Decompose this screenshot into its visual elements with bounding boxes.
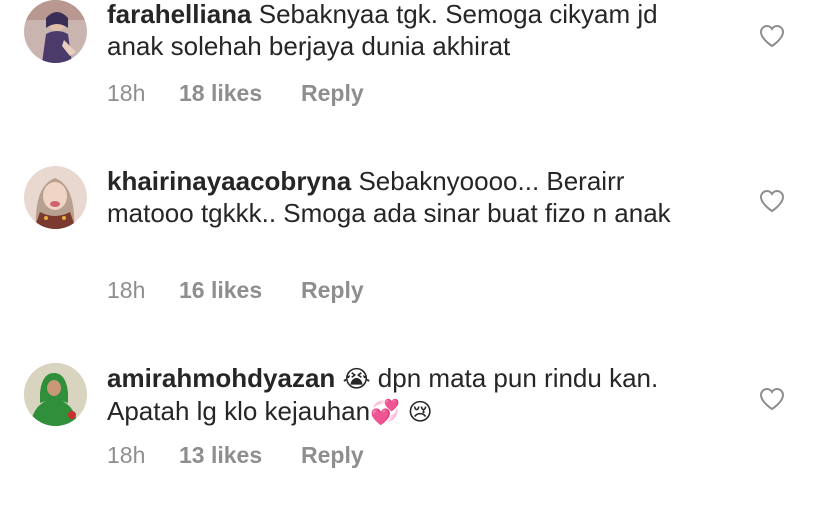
- crying-emoji: 😭: [342, 365, 371, 393]
- comment-likes[interactable]: 18 likes: [179, 80, 301, 107]
- comment-meta: 18h 16 likes Reply: [107, 277, 364, 304]
- comment-username[interactable]: khairinayaacobryna: [107, 166, 351, 196]
- heart-outline-icon[interactable]: [759, 189, 785, 213]
- comment-time: 18h: [107, 277, 146, 303]
- heart-outline-icon[interactable]: [759, 24, 785, 48]
- comment-username[interactable]: farahelliana: [107, 0, 252, 29]
- comment-text: amirahmohdyazan 😭 dpn mata pun rindu kan…: [107, 362, 707, 428]
- comment-body: farahelliana Sebaknyaa tgk. Semoga cikya…: [107, 0, 707, 62]
- comment-time: 18h: [107, 80, 146, 106]
- avatar[interactable]: [24, 166, 87, 229]
- comment-likes[interactable]: 16 likes: [179, 277, 301, 304]
- trailing-emoji: 💞 😢: [370, 398, 433, 426]
- comment-likes[interactable]: 13 likes: [179, 442, 301, 469]
- comment-meta: 18h 13 likes Reply: [107, 442, 364, 469]
- avatar[interactable]: [24, 363, 87, 426]
- comment-username[interactable]: amirahmohdyazan: [107, 363, 335, 393]
- avatar[interactable]: [24, 0, 87, 63]
- heart-outline-icon[interactable]: [759, 387, 785, 411]
- reply-button[interactable]: Reply: [301, 442, 364, 469]
- comment-body: amirahmohdyazan 😭 dpn mata pun rindu kan…: [107, 362, 707, 428]
- comment-text: khairinayaacobryna Sebaknyoooo... Berair…: [107, 165, 707, 229]
- comment-meta: 18h 18 likes Reply: [107, 80, 364, 107]
- comment-time: 18h: [107, 442, 146, 468]
- comment-text: farahelliana Sebaknyaa tgk. Semoga cikya…: [107, 0, 707, 62]
- comment-body: khairinayaacobryna Sebaknyoooo... Berair…: [107, 165, 707, 229]
- reply-button[interactable]: Reply: [301, 80, 364, 107]
- reply-button[interactable]: Reply: [301, 277, 364, 304]
